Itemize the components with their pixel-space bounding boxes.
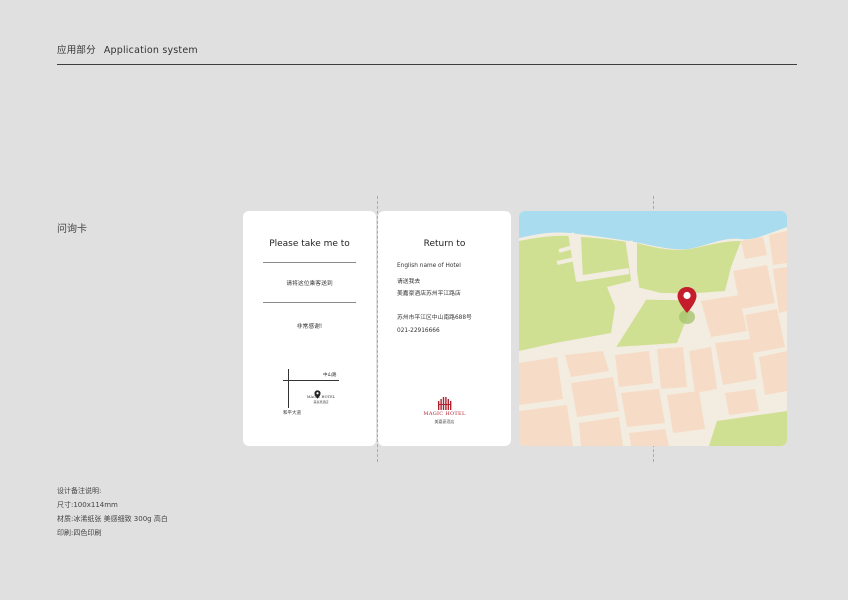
hotel-logo-en: MAGIC HOTEL [423, 411, 466, 417]
road-label-zhongshan: 中山路 [323, 373, 337, 378]
city-map [519, 211, 787, 446]
return-line1: 请送我去 [397, 279, 421, 285]
road-label-heping: 和平大道 [283, 411, 301, 416]
header-title-cn: 应用部分 [57, 45, 96, 56]
section-label: 问询卡 [57, 224, 87, 235]
hotel-phone: 021-22916666 [397, 328, 440, 334]
card-title: Return to [423, 239, 466, 249]
notes-print: 印刷:四色印刷 [57, 529, 102, 537]
notes-size: 尺寸:100x114mm [57, 501, 118, 509]
header-title-en: Application system [103, 45, 198, 56]
divider [263, 262, 356, 263]
return-line2: 美嘉豪酒店苏州平江路店 [397, 291, 461, 297]
notes-material: 材质:冰浠纸张 美感细致 300g 高白 [57, 515, 168, 523]
divider [263, 302, 356, 303]
header-title: 应用部分 Application system [57, 42, 198, 56]
notes-heading: 设计备注说明: [57, 487, 102, 495]
mini-brand-en: MAGIC HOTEL [306, 395, 336, 399]
map-card [519, 211, 787, 446]
card-return-to: Return to English name of Hotel 请送我去 美嘉豪… [378, 211, 511, 446]
hotel-english-name: English name of Hotel [397, 263, 461, 269]
card-please-take-me: Please take me to 请将这位乘客送到 非常感谢! 中山路 MAG… [243, 211, 376, 446]
road-horizontal [283, 380, 339, 381]
card-text-line1: 请将这位乘客送到 [286, 281, 333, 287]
card-text-line2: 非常感谢! [296, 324, 323, 330]
road-vertical [288, 369, 289, 408]
card-title: Please take me to [269, 239, 350, 249]
hotel-address: 苏州市平江区中山南路688号 [397, 315, 472, 321]
mini-brand-cn: 美嘉豪酒店 [313, 400, 329, 404]
header-divider [57, 64, 797, 66]
mini-map: 中山路 MAGIC HOTEL 美嘉豪酒店 和平大道 [283, 369, 343, 417]
hotel-logo-cn: 美嘉豪酒店 [434, 419, 455, 424]
design-notes: 设计备注说明: 尺寸:100x114mm 材质:冰浠纸张 美感细致 300g 高… [57, 484, 168, 540]
